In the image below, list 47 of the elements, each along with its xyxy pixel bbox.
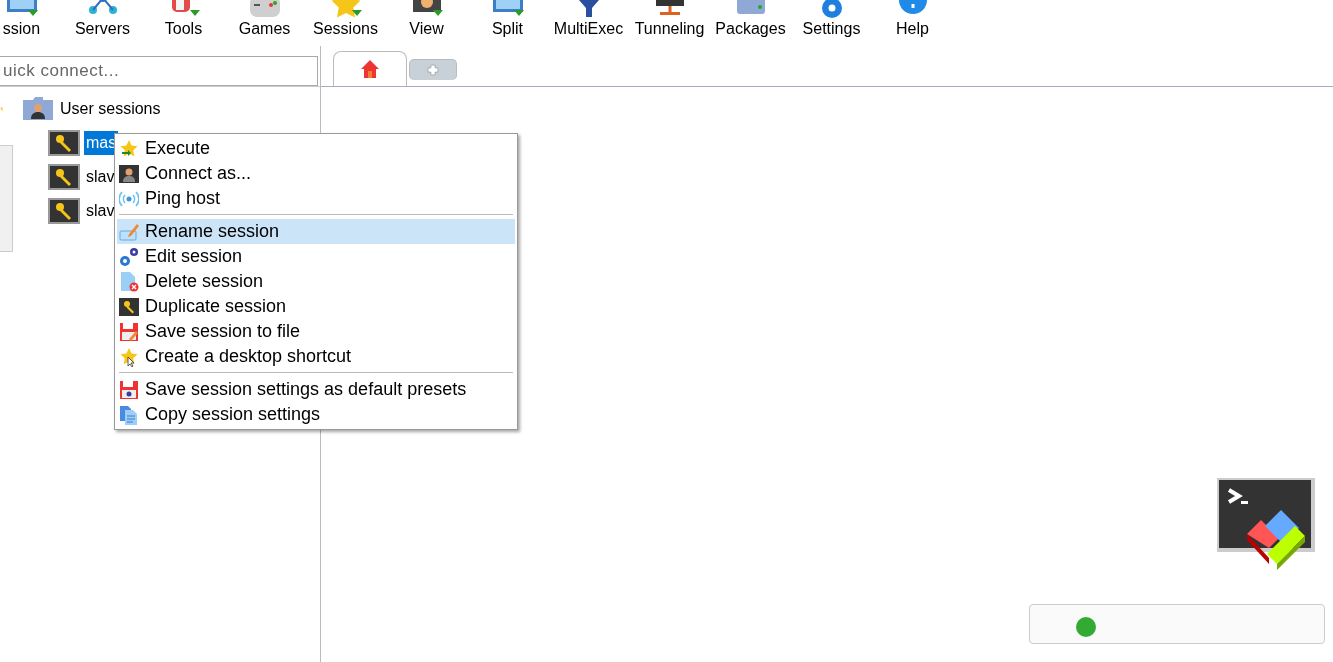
toolbar-button[interactable]: MultiExec — [548, 0, 629, 46]
toolbar-button[interactable]: Games — [224, 0, 305, 46]
toolbar-button[interactable]: Help — [872, 0, 953, 46]
menu-item[interactable]: Duplicate session — [117, 294, 515, 319]
tree-node[interactable]: User sessions — [22, 95, 320, 123]
menu-item[interactable]: Ping host — [117, 186, 515, 211]
toolbar-button[interactable]: Tunneling — [629, 0, 710, 46]
quick-connect-field[interactable]: uick connect... — [0, 56, 318, 86]
toolbar-button[interactable]: ssion — [0, 0, 62, 46]
session-item[interactable]: slav — [84, 165, 117, 189]
key-icon — [48, 130, 80, 156]
toolbar-button[interactable]: Split — [467, 0, 548, 46]
toolbar-button[interactable]: Sessions — [305, 0, 386, 46]
menu-item[interactable]: Execute — [117, 136, 515, 161]
session-item[interactable]: slav — [84, 199, 117, 223]
menu-item[interactable]: Save session to file — [117, 319, 515, 344]
key-icon — [119, 296, 139, 317]
menu-item[interactable]: Rename session — [117, 219, 515, 244]
status-dot-icon — [1076, 617, 1096, 637]
toolbar-button[interactable]: Tools — [143, 0, 224, 46]
documents-icon — [119, 404, 139, 425]
menu-item[interactable]: Save session settings as default presets — [117, 377, 515, 402]
start-terminal-button[interactable] — [1029, 604, 1325, 644]
file-delete-icon — [119, 271, 139, 292]
tab[interactable] — [409, 59, 457, 80]
menu-item[interactable]: Delete session — [117, 269, 515, 294]
toolbar-button[interactable]: View — [386, 0, 467, 46]
gears-icon — [119, 246, 139, 267]
plus-icon — [426, 63, 440, 77]
menu-item[interactable]: Copy session settings — [117, 402, 515, 427]
tab[interactable] — [333, 51, 407, 86]
toolbar-button[interactable]: Packages — [710, 0, 791, 46]
menu-item[interactable]: Create a desktop shortcut — [117, 344, 515, 369]
floppy-icon — [119, 321, 139, 342]
menu-item[interactable]: Edit session — [117, 244, 515, 269]
pencil-icon — [119, 221, 139, 242]
user-folder-icon — [22, 96, 54, 122]
key-icon — [48, 164, 80, 190]
home-icon — [360, 59, 380, 79]
key-icon — [48, 198, 80, 224]
floppy-icon — [119, 379, 139, 400]
person-icon — [119, 163, 139, 184]
toolbar-button[interactable]: Servers — [62, 0, 143, 46]
signal-icon — [119, 188, 139, 209]
menu-item[interactable]: Connect as... — [117, 161, 515, 186]
tree-label: User sessions — [60, 100, 161, 118]
toolbar-button[interactable]: Settings — [791, 0, 872, 46]
